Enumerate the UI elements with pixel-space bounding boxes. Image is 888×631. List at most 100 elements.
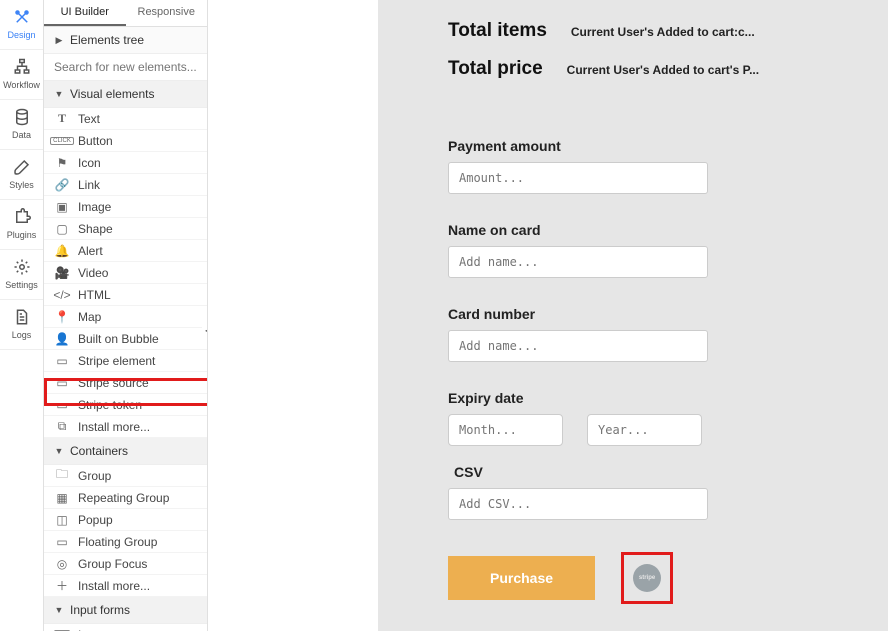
palette-item-stripe-source[interactable]: ▭Stripe source [44,372,207,394]
csv-input[interactable] [448,488,708,520]
palette-item-repeating-group[interactable]: ▦Repeating Group [44,487,207,509]
palette-item-input[interactable]: ⌨Input [44,624,207,631]
palette-item-group-focus[interactable]: ◎Group Focus [44,553,207,575]
brush-icon [13,160,31,178]
gear-icon [13,260,31,278]
palette-item-text[interactable]: TText [44,108,207,130]
tab-responsive[interactable]: Responsive [126,0,208,26]
folder-icon: 🗀 [52,465,72,486]
rail-label: Logs [12,331,32,340]
field-csv: CSV [448,464,864,520]
palette-item-built-on-bubble[interactable]: 👤 Built on Bubble [44,328,207,350]
expiry-year-input[interactable] [587,414,702,446]
total-price-label: Total price [448,58,543,80]
palette-item-link[interactable]: 🔗 Link [44,174,207,196]
payment-input[interactable] [448,162,708,194]
palette-item-label: Link [78,178,100,192]
plus-icon: ＋ [52,577,72,594]
palette-item-install-more[interactable]: ＋ Install more... [44,575,207,597]
click-icon: CLICK [52,137,72,145]
image-icon: ▣ [52,200,72,214]
section-header[interactable]: ▼Input forms [44,597,207,624]
section-header[interactable]: ▼Containers [44,438,207,465]
palette-item-label: Stripe element [78,354,155,368]
palette-item-stripe-token[interactable]: ▭Stripe token [44,394,207,416]
link-icon: 🔗 [52,178,72,192]
palette-item-map[interactable]: 📍 Map [44,306,207,328]
palette-item-install-more[interactable]: ⧉Install more... [44,416,207,438]
section-title: Input forms [70,603,130,617]
purchase-button[interactable]: Purchase [448,556,595,600]
palette-item-label: Floating Group [78,535,157,549]
palette-item-label: Text [78,112,100,126]
palette-item-label: Image [78,200,111,214]
rail-workflow[interactable]: Workflow [0,50,43,100]
palette-item-icon[interactable]: ⚑Icon [44,152,207,174]
palette-item-label: Button [78,134,113,148]
total-items-expr[interactable]: Current User's Added to cart:c... [571,25,755,39]
tab-ui-builder[interactable]: UI Builder [44,0,126,26]
float-icon: ▭ [52,535,72,549]
palette-item-image[interactable]: ▣ Image [44,196,207,218]
palette-item-popup[interactable]: ◫Popup [44,509,207,531]
code-icon: </> [52,288,72,302]
rail-data[interactable]: Data [0,100,43,150]
palette-item-label: Install more... [78,579,150,593]
card-label: Card number [448,306,864,322]
totals-row-items: Total items Current User's Added to cart… [448,20,864,42]
palette-item-label: Built on Bubble [78,332,159,346]
palette-item-label: Group [78,469,111,483]
rail-plugins[interactable]: Plugins [0,200,43,250]
rail-logs[interactable]: Logs [0,300,43,350]
form-surface: Total items Current User's Added to cart… [378,0,888,631]
rail-settings[interactable]: Settings [0,250,43,300]
palette-item-shape[interactable]: ▢ Shape [44,218,207,240]
palette-item-stripe-element[interactable]: ▭Stripe element [44,350,207,372]
field-payment: Payment amount [448,138,864,194]
palette-search-row [44,54,207,81]
palette-item-floating-group[interactable]: ▭ Floating Group [44,531,207,553]
chevron-right-icon: ▶ [54,35,64,46]
palette-item-alert[interactable]: 🔔Alert [44,240,207,262]
input-icon: ⌨ [52,628,72,631]
chevron-down-icon: ▼ [54,89,64,99]
palette-item-label: Map [78,310,101,324]
palette-item-group[interactable]: 🗀 Group [44,465,207,487]
search-input[interactable] [44,54,207,80]
rail-label: Data [12,131,31,140]
rail-design[interactable]: Design [0,0,43,50]
palette-sections: ▼ Visual elements TText CLICK Button ⚑Icon 🔗 Li… [44,81,207,631]
pin-icon: 📍 [52,310,72,324]
person-icon: 👤 [52,332,72,346]
field-card: Card number [448,306,864,362]
square-icon: ▢ [52,222,72,236]
element-palette: UI Builder Responsive ▶ Elements tree ▼ V… [44,0,208,631]
total-price-expr[interactable]: Current User's Added to cart's P... [567,63,759,77]
expiry-month-input[interactable] [448,414,563,446]
field-expiry: Expiry date [448,390,864,446]
totals-row-price: Total price Current User's Added to cart… [448,58,864,80]
database-icon [13,110,31,128]
palette-item-label: Shape [78,222,113,236]
name-input[interactable] [448,246,708,278]
section-title: Visual elements [70,87,155,101]
popup-icon: ◫ [52,513,72,527]
card-input[interactable] [448,330,708,362]
rail-label: Settings [5,281,38,290]
rail-styles[interactable]: Styles [0,150,43,200]
section-header[interactable]: ▼ Visual elements [44,81,207,108]
focus-icon: ◎ [52,557,72,571]
card-icon: ▭ [52,376,72,390]
palette-item-label: Video [78,266,108,280]
install-icon: ⧉ [52,419,72,434]
stripe-chip[interactable]: stripe [633,564,661,592]
rail-label: Styles [9,181,34,190]
puzzle-icon [13,210,31,228]
elements-tree-header[interactable]: ▶ Elements tree [44,27,207,54]
palette-item-label: HTML [78,288,111,302]
field-name: Name on card [448,222,864,278]
palette-item-video[interactable]: 🎥Video [44,262,207,284]
palette-item-html[interactable]: </> HTML [44,284,207,306]
palette-item-button[interactable]: CLICK Button [44,130,207,152]
stripe-chip-wrap: stripe [625,556,669,600]
